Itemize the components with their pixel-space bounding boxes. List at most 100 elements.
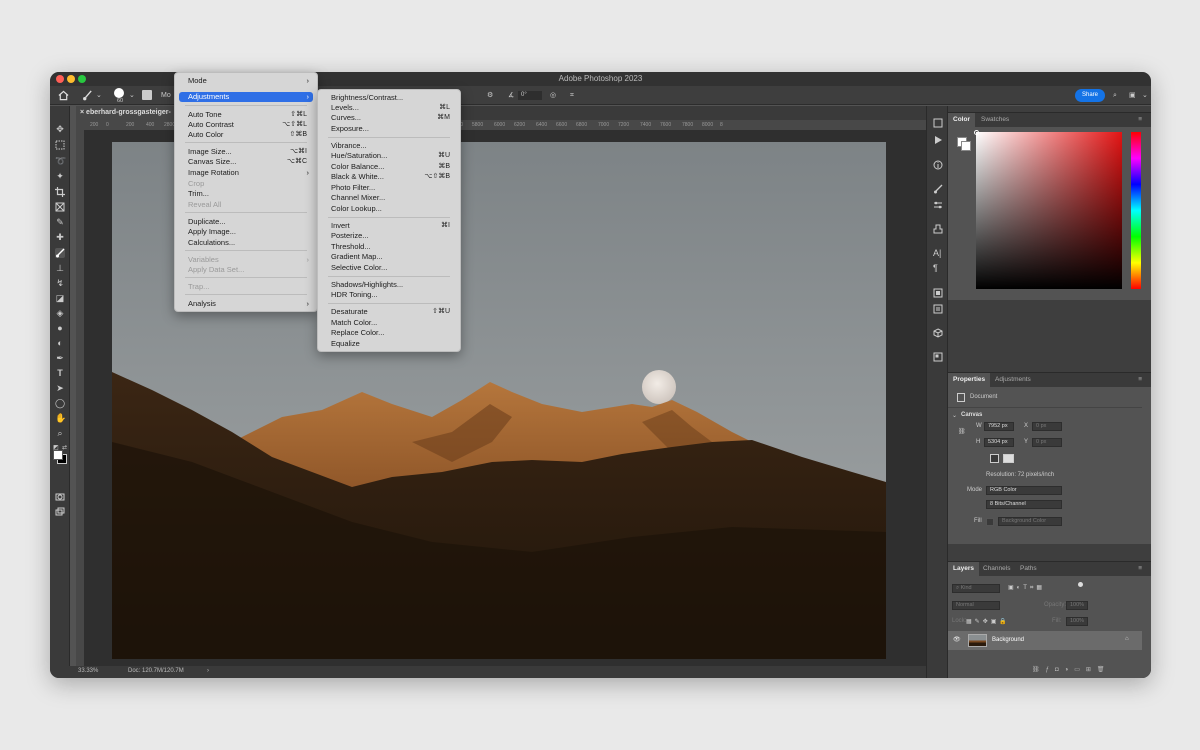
adjustments-menu-item[interactable]: Levels... ⌘L [322,103,456,113]
ellipse-tool-icon[interactable]: ◯ [55,398,65,408]
image-menu-item[interactable]: Duplicate... [179,217,313,227]
tab-layers[interactable]: Layers [948,562,979,576]
layer-filter-icons[interactable]: ▣◐T⌗▦ [1008,584,1045,592]
image-menu-item[interactable]: Calculations... [179,238,313,248]
panel-menu-icon[interactable]: ≡ [1133,113,1147,127]
libraries-panel-icon[interactable] [933,288,943,298]
image-menu-item[interactable]: Trim... [179,189,313,199]
quick-mask-icon[interactable] [55,492,65,502]
opacity-field[interactable]: 100% [1066,601,1088,610]
brush-tool-icon[interactable] [55,248,65,258]
visibility-eye-icon[interactable]: 👁 [953,636,961,643]
zoom-level[interactable]: 33.33% [78,668,98,674]
screen-mode-icon[interactable] [55,507,65,517]
brushes-panel-icon[interactable] [933,184,943,194]
glyphs-panel-icon[interactable] [933,304,943,314]
background-swatch[interactable] [961,141,971,151]
adjustments-menu-item[interactable]: Equalize [322,339,456,349]
actions-panel-icon[interactable] [933,135,943,145]
info-panel-icon[interactable] [933,160,943,170]
healing-brush-tool-icon[interactable]: ✚ [55,232,65,242]
bit-depth-select[interactable]: 8 Bits/Channel [986,500,1062,509]
adjustments-menu-item[interactable]: Color Balance... ⌘B [322,162,456,172]
image-menu-item[interactable]: Analysis › [179,299,313,309]
height-field[interactable]: 5304 px [984,438,1014,447]
layer-fill-field[interactable]: 100% [1066,617,1088,626]
close-window-button[interactable] [56,75,64,83]
layer-action-icons[interactable]: ⛓ƒ◘◑▭⊞🗑 [1032,666,1111,673]
paragraph-panel-icon[interactable]: ¶ [933,263,943,273]
adjustments-menu-item[interactable]: Photo Filter... [322,183,456,193]
adjustments-menu-item[interactable]: Hue/Saturation... ⌘U [322,151,456,161]
image-menu-item[interactable]: Auto Tone ⇧⌘L [179,110,313,120]
gear-icon[interactable]: ⚙ [487,86,493,105]
tab-swatches[interactable]: Swatches [976,113,1014,127]
path-selection-tool-icon[interactable]: ➤ [55,383,65,393]
landscape-orientation-button[interactable] [1003,454,1014,463]
image-menu-item[interactable]: Mode › [179,76,313,86]
panel-menu-icon[interactable]: ≡ [1133,562,1147,576]
adjustments-menu-item[interactable]: Brightness/Contrast... [322,93,456,103]
chevron-down-icon[interactable]: ⌄ [1142,86,1148,105]
image-menu-item[interactable]: Canvas Size... ⌥⌘C [179,157,313,167]
character-panel-icon[interactable]: A| [933,248,943,258]
magic-wand-tool-icon[interactable]: ✦ [55,171,65,181]
marquee-tool-icon[interactable] [55,140,65,150]
pressure-icon[interactable]: ◎ [550,86,556,105]
y-field[interactable]: 0 px [1032,438,1062,447]
tab-adjustments[interactable]: Adjustments [990,373,1036,387]
adjustments-menu-item[interactable]: Vibrance... [322,141,456,151]
dodge-tool-icon[interactable]: ◐ [55,338,65,348]
blur-tool-icon[interactable]: ● [55,323,65,333]
hue-slider[interactable] [1131,132,1141,289]
3d-panel-icon[interactable] [933,328,943,338]
history-brush-tool-icon[interactable]: ↯ [55,278,65,288]
fill-swatch[interactable] [986,518,994,526]
brush-settings-icon[interactable] [142,90,152,100]
navigator-panel-icon[interactable] [933,352,943,362]
lock-icons[interactable]: ▦✎✥▣🔒 [966,618,1010,625]
layer-filter-select[interactable]: ⌕ Kind [952,584,1000,593]
image-menu-item[interactable]: Apply Image... [179,227,313,237]
chevron-down-icon[interactable]: ⌄ [96,86,102,105]
adjustments-menu-item[interactable]: Selective Color... [322,263,456,273]
chevron-down-icon[interactable]: ⌄ [952,412,957,419]
color-mode-select[interactable]: RGB Color [986,486,1062,495]
brush-settings-panel-icon[interactable] [933,200,943,210]
hand-tool-icon[interactable]: ✋ [55,413,66,423]
width-field[interactable]: 7952 px [984,422,1014,431]
type-tool-icon[interactable]: T [55,368,65,378]
clone-stamp-tool-icon[interactable]: ⊥ [55,263,65,273]
history-panel-icon[interactable] [933,118,943,128]
adjustments-menu-item[interactable]: Desaturate ⇧⌘U [322,307,456,317]
clone-source-panel-icon[interactable] [933,224,943,234]
adjustments-menu-item[interactable]: Match Color... [322,318,456,328]
x-field[interactable]: 0 px [1032,422,1062,431]
symmetry-icon[interactable]: ⌗ [570,86,574,105]
adjustments-menu-item[interactable]: HDR Toning... [322,290,456,300]
adjustments-menu-item[interactable]: Replace Color... [322,328,456,338]
image-menu-item[interactable]: Auto Contrast ⌥⇧⌘L [179,120,313,130]
frame-tool-icon[interactable] [55,202,65,212]
search-icon[interactable]: ⌕ [1113,86,1117,105]
paint-bucket-tool-icon[interactable]: ◈ [55,308,65,318]
crop-tool-icon[interactable] [55,187,65,197]
filter-toggle[interactable] [1078,582,1083,587]
adjustments-menu-item[interactable]: Channel Mixer... [322,193,456,203]
eyedropper-tool-icon[interactable]: ✎ [55,217,65,227]
image-menu-item[interactable]: Image Size... ⌥⌘I [179,147,313,157]
layer-row-background[interactable]: 👁 Background ⌂ [948,631,1142,650]
adjustments-menu-item[interactable]: Gradient Map... [322,252,456,262]
eraser-tool-icon[interactable]: ◪ [55,293,65,303]
fill-select[interactable]: Background Color [998,517,1062,526]
image-menu-item[interactable]: Image Rotation › [179,168,313,178]
workspace-icon[interactable]: ▣ [1129,86,1136,105]
image-menu-item[interactable]: Adjustments › [179,92,313,102]
minimize-window-button[interactable] [67,75,75,83]
zoom-tool-icon[interactable]: ⌕ [55,428,65,438]
foreground-color-swatch[interactable] [53,450,63,460]
tab-properties[interactable]: Properties [948,373,991,387]
adjustments-menu-item[interactable]: Black & White... ⌥⇧⌘B [322,172,456,182]
status-menu-arrow[interactable]: › [207,668,209,674]
share-button[interactable]: Share [1075,89,1105,102]
